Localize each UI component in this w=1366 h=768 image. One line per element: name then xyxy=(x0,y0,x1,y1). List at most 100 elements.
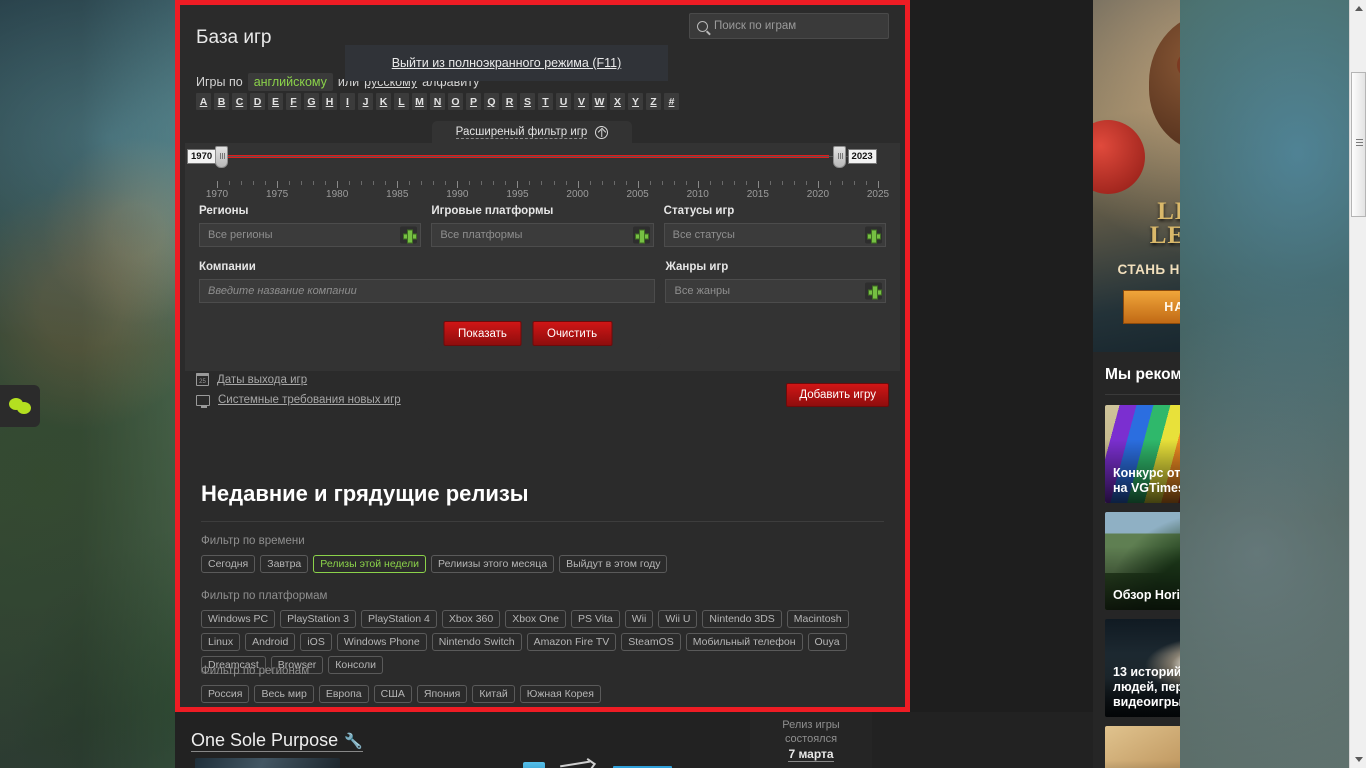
time-filter-tag[interactable]: Выйдут в этом году xyxy=(559,555,668,573)
alphabet-english-option[interactable]: английскому xyxy=(247,73,333,91)
platform-filter-tag[interactable]: PlayStation 4 xyxy=(360,610,437,628)
region-filter-group: Фильтр по регионам Россия Весь мир Европа С… xyxy=(201,665,884,703)
platform-filter-tag[interactable]: Мобильный телефон xyxy=(685,633,803,651)
regions-add-icon[interactable] xyxy=(400,226,418,244)
alphabet-letter-o[interactable]: O xyxy=(448,93,463,110)
platform-filter-tag[interactable]: PS Vita xyxy=(570,610,620,628)
alphabet-letter-m[interactable]: M xyxy=(412,93,427,110)
alphabet-letter-z[interactable]: Z xyxy=(646,93,661,110)
platform-filter-tag[interactable]: Ouya xyxy=(807,633,847,651)
show-button[interactable]: Показать xyxy=(443,321,522,346)
platforms-select[interactable]: Все платформы xyxy=(431,223,654,247)
platform-filter-tag[interactable]: Xbox 360 xyxy=(441,610,501,628)
platform-filter-tag[interactable]: Android xyxy=(245,633,296,651)
slider-handle-max[interactable] xyxy=(832,146,846,168)
alphabet-letter-y[interactable]: Y xyxy=(628,93,643,110)
page-scrollbar[interactable] xyxy=(1349,0,1366,768)
alphabet-letter-g[interactable]: G xyxy=(304,93,319,110)
recommendation-card[interactable]: 4 xyxy=(1105,726,1180,768)
year-range-slider[interactable]: 1970 2023 1970 1975 1980 1985 1990 1995 2000 20… xyxy=(187,143,889,205)
region-filter-tag[interactable]: Россия xyxy=(201,685,250,703)
alphabet-letter-i[interactable]: I xyxy=(340,93,355,110)
quick-link-system-requirements[interactable]: Системные требования новых игр xyxy=(196,394,401,408)
add-game-button[interactable]: Добавить игру xyxy=(786,383,889,407)
alphabet-letter-h[interactable]: H xyxy=(322,93,337,110)
scroll-up-arrow-icon[interactable] xyxy=(1350,0,1366,17)
platform-filter-tag[interactable]: PlayStation 3 xyxy=(280,610,356,628)
alphabet-letter-b[interactable]: B xyxy=(214,93,229,110)
alphabet-letter-r[interactable]: R xyxy=(502,93,517,110)
platform-filter-tag[interactable]: Windows Phone xyxy=(336,633,427,651)
slider-track[interactable] xyxy=(199,155,851,158)
alphabet-letter-s[interactable]: S xyxy=(520,93,535,110)
region-filter-tag[interactable]: Япония xyxy=(416,685,468,703)
platform-filter-tag[interactable]: Wii U xyxy=(658,610,698,628)
regions-select[interactable]: Все регионы xyxy=(199,223,422,247)
region-filter-tag[interactable]: Южная Корея xyxy=(519,685,601,703)
fullscreen-exit-toast[interactable]: Выйти из полноэкранного режима (F11) xyxy=(345,45,668,81)
recommendation-card[interactable]: 35Конкурс отзывов к играм на VGTimes.Ru xyxy=(1105,405,1180,503)
search-input[interactable] xyxy=(714,20,881,32)
region-filter-tag[interactable]: Китай xyxy=(472,685,515,703)
advertisement-banner[interactable]: LEAGUE LEGENDS СТАНЬ НОВОЙ ЛЕГЕНДОЙ! НАЧ… xyxy=(1093,0,1180,352)
platform-filter-tag[interactable]: Nintendo Switch xyxy=(431,633,522,651)
alphabet-letter-d[interactable]: D xyxy=(250,93,265,110)
alphabet-letter-t[interactable]: T xyxy=(538,93,553,110)
genres-select[interactable]: Все жанры xyxy=(665,279,886,303)
time-filter-tag[interactable]: Сегодня xyxy=(201,555,256,573)
platform-filter-tag[interactable]: Windows PC xyxy=(201,610,276,628)
alphabet-letter-a[interactable]: A xyxy=(196,93,211,110)
game-thumbnail[interactable] xyxy=(195,758,340,768)
quick-link-release-dates[interactable]: 25 Даты выхода игр xyxy=(196,373,401,386)
platform-filter-tag[interactable]: iOS xyxy=(300,633,332,651)
alphabet-letter-q[interactable]: Q xyxy=(484,93,499,110)
alphabet-letter-w[interactable]: W xyxy=(592,93,607,110)
statuses-select[interactable]: Все статусы xyxy=(663,223,886,247)
region-filter-tag[interactable]: США xyxy=(373,685,412,703)
scrollbar-thumb[interactable] xyxy=(1351,72,1366,217)
recommendation-card[interactable]: 0Обзор Horizon Zero Dawn xyxy=(1105,512,1180,610)
alphabet-letter-c[interactable]: C xyxy=(232,93,247,110)
alphabet-letter-f[interactable]: F xyxy=(286,93,301,110)
recommendation-card[interactable]: 1513 историй из жизни людей, переигравши… xyxy=(1105,619,1180,717)
platform-filter-tag[interactable]: Linux xyxy=(201,633,241,651)
platform-filter-tag[interactable]: Nintendo 3DS xyxy=(702,610,782,628)
region-filter-tag[interactable]: Весь мир xyxy=(254,685,314,703)
companies-input[interactable]: Введите название компании xyxy=(199,279,656,303)
alphabet-letter-l[interactable]: L xyxy=(394,93,409,110)
slider-tick xyxy=(277,181,279,188)
slider-handle-min[interactable] xyxy=(215,146,228,168)
platform-filter-tag[interactable]: SteamOS xyxy=(621,633,681,651)
slider-tick-label: 2000 xyxy=(566,189,589,200)
alphabet-letter-n[interactable]: N xyxy=(430,93,445,110)
platform-filter-tag[interactable]: Amazon Fire TV xyxy=(526,633,617,651)
alphabet-letter-p[interactable]: P xyxy=(466,93,481,110)
time-filter-tag[interactable]: Завтра xyxy=(260,555,309,573)
slider-tick xyxy=(745,181,747,185)
statuses-add-icon[interactable] xyxy=(864,226,882,244)
alphabet-letter-x[interactable]: X xyxy=(610,93,625,110)
platform-filter-tag[interactable]: Wii xyxy=(624,610,654,628)
ad-art-character xyxy=(1149,12,1180,152)
alphabet-letter-k[interactable]: K xyxy=(376,93,391,110)
platform-filter-tag[interactable]: Macintosh xyxy=(786,610,849,628)
search-box[interactable] xyxy=(689,13,889,39)
alphabet-letter-j[interactable]: J xyxy=(358,93,373,110)
platform-filter-tag[interactable]: Xbox One xyxy=(505,610,566,628)
time-filter-tag[interactable]: Релизы этой недели xyxy=(313,555,427,573)
alphabet-letter-e[interactable]: E xyxy=(268,93,283,110)
alphabet-letter-u[interactable]: U xyxy=(556,93,571,110)
game-title-link[interactable]: One Sole Purpose 🔧 xyxy=(191,730,363,752)
alphabet-letter-v[interactable]: V xyxy=(574,93,589,110)
extended-filter-tab[interactable]: Расширеный фильтр игр xyxy=(432,121,632,143)
main-content-column: База игр Игры по английскому или русском… xyxy=(175,0,1180,768)
alphabet-letter-hash[interactable]: # xyxy=(664,93,679,110)
time-filter-tag[interactable]: Релиизы этого месяца xyxy=(431,555,555,573)
scroll-down-arrow-icon[interactable] xyxy=(1350,751,1366,768)
chat-widget-button[interactable] xyxy=(0,385,40,427)
platforms-add-icon[interactable] xyxy=(632,226,650,244)
region-filter-tag[interactable]: Европа xyxy=(318,685,369,703)
genres-add-icon[interactable] xyxy=(865,282,882,300)
ad-cta-button[interactable]: НАЧАТЬ ИГРУ xyxy=(1123,290,1180,324)
clear-button[interactable]: Очистить xyxy=(532,321,613,346)
